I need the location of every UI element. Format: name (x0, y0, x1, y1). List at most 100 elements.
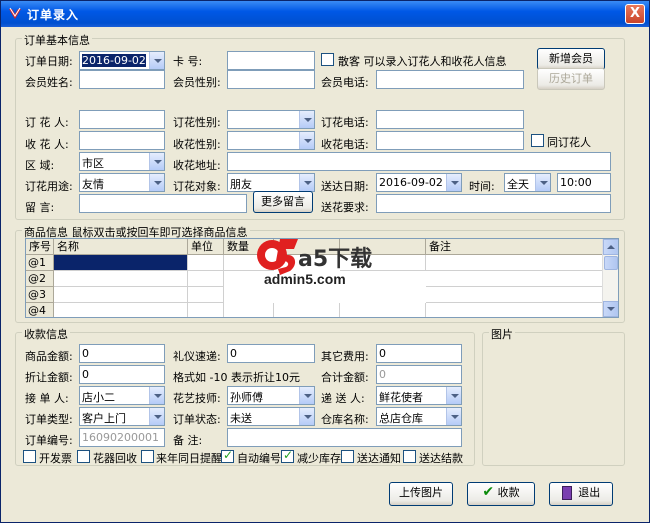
orderer-phone-input[interactable] (376, 110, 524, 129)
grid-row-header[interactable]: @4 (26, 303, 54, 317)
grid-cell[interactable] (188, 255, 224, 271)
card-number-input[interactable] (227, 51, 315, 70)
receiver-gender-select[interactable] (227, 131, 315, 150)
close-button[interactable]: X (625, 4, 645, 24)
collect-button[interactable]: ✔ 收款 (467, 482, 535, 506)
grid-cell-selected[interactable] (54, 255, 188, 271)
time-period-select[interactable]: 全天 (504, 173, 551, 192)
chevron-down-icon[interactable] (299, 408, 314, 425)
florist-select[interactable]: 孙师傅 (227, 386, 315, 405)
purpose-select[interactable]: 友情 (79, 173, 165, 192)
orderer-input[interactable] (79, 110, 165, 129)
grid-cell[interactable] (54, 287, 188, 303)
grid-cell[interactable] (224, 303, 274, 317)
remark-input[interactable] (227, 428, 462, 447)
orderer-gender-select[interactable] (227, 110, 315, 129)
grid-cell[interactable] (188, 287, 224, 303)
discount-input[interactable]: 0 (79, 365, 165, 384)
warehouse-select[interactable]: 总店仓库 (376, 407, 462, 426)
upload-picture-button[interactable]: 上传图片 (389, 482, 453, 506)
grid-header-unit[interactable]: 单位 (188, 239, 224, 255)
address-input[interactable] (227, 152, 611, 171)
chevron-down-icon[interactable] (446, 174, 461, 191)
grid-cell[interactable] (426, 271, 604, 287)
delivery-date-picker[interactable]: 2016-09-02 (376, 173, 462, 192)
order-status-select[interactable]: 未送 (227, 407, 315, 426)
goods-amount-input[interactable]: 0 (79, 344, 165, 363)
chevron-down-icon[interactable] (149, 153, 164, 170)
gift-input[interactable]: 0 (227, 344, 315, 363)
grid-header-remark[interactable]: 备注 (426, 239, 604, 255)
grid-row-header[interactable]: @1 (26, 255, 54, 271)
time-label: 时间: (469, 180, 495, 193)
total-input[interactable]: 0 (376, 365, 462, 384)
anniversary-reminder-checkbox[interactable] (141, 450, 154, 463)
time-input[interactable]: 10:00 (557, 173, 611, 192)
grid-cell[interactable] (54, 303, 188, 317)
scroll-thumb[interactable] (604, 256, 618, 270)
receiver-phone-input[interactable] (376, 131, 524, 150)
chevron-down-icon[interactable] (535, 174, 550, 191)
chevron-down-icon[interactable] (149, 387, 164, 404)
delivery-settle-checkbox[interactable] (403, 450, 416, 463)
grid-cell[interactable] (188, 271, 224, 287)
member-gender-input[interactable] (227, 70, 315, 89)
vase-recycle-checkbox[interactable] (77, 450, 90, 463)
grid-cell[interactable] (426, 255, 604, 271)
member-phone-input[interactable] (376, 70, 524, 89)
chevron-down-icon[interactable] (299, 132, 314, 149)
receiver-input[interactable] (79, 131, 165, 150)
order-no-input[interactable]: 16090200001 (79, 428, 165, 447)
order-type-select[interactable]: 客户上门 (79, 407, 165, 426)
member-name-input[interactable] (79, 70, 165, 89)
warehouse-label: 仓库名称: (321, 413, 369, 426)
grid-row-header[interactable]: @3 (26, 287, 54, 303)
delivery-notice-checkbox[interactable] (341, 450, 354, 463)
upload-label: 上传图片 (399, 486, 443, 499)
target-select[interactable]: 朋友 (227, 173, 315, 192)
chevron-down-icon[interactable] (149, 408, 164, 425)
scroll-up-icon[interactable] (603, 239, 618, 255)
chevron-down-icon[interactable] (299, 111, 314, 128)
scroll-down-icon[interactable] (603, 301, 618, 317)
grid-cell[interactable] (426, 287, 604, 303)
grid-scrollbar[interactable] (602, 239, 618, 317)
walkin-checkbox[interactable] (321, 53, 334, 66)
exit-label: 退出 (578, 486, 601, 499)
same-as-orderer-label: 同订花人 (547, 136, 591, 149)
more-message-button[interactable]: 更多留言 (253, 191, 313, 213)
history-orders-button[interactable]: 历史订单 (537, 68, 605, 90)
exit-button[interactable]: 退出 (549, 482, 613, 506)
watermark-logo: a5下载 admin5.com (254, 231, 414, 293)
chevron-down-icon[interactable] (149, 174, 164, 191)
grid-cell[interactable] (54, 271, 188, 287)
grid-header-index: 序号 (26, 239, 54, 255)
grid-cell[interactable] (274, 303, 340, 317)
title-bar[interactable]: 订单录入 X (1, 1, 649, 27)
grid-cell[interactable] (426, 303, 604, 317)
area-select[interactable]: 市区 (79, 152, 165, 171)
window-title: 订单录入 (27, 8, 80, 22)
message-input[interactable] (79, 194, 247, 213)
grid-header-name[interactable]: 名称 (54, 239, 188, 255)
order-date-picker[interactable]: 2016-09-02 (79, 51, 165, 70)
chevron-down-icon[interactable] (299, 174, 314, 191)
grid-cell[interactable] (188, 303, 224, 317)
auto-number-checkbox[interactable] (221, 448, 234, 463)
reduce-stock-label: 减少库存 (297, 452, 341, 465)
other-fee-input[interactable]: 0 (376, 344, 462, 363)
courier-select[interactable]: 鲜花使者 (376, 386, 462, 405)
grid-cell[interactable] (340, 303, 426, 317)
chevron-down-icon[interactable] (446, 387, 461, 404)
add-member-button[interactable]: 新增会员 (537, 48, 605, 70)
chevron-down-icon[interactable] (446, 408, 461, 425)
card-label: 卡 号: (173, 55, 203, 68)
chevron-down-icon[interactable] (299, 387, 314, 404)
chevron-down-icon[interactable] (149, 52, 164, 69)
delivery-req-input[interactable] (376, 194, 611, 213)
reduce-stock-checkbox[interactable] (281, 448, 294, 463)
receiver-op-select[interactable]: 店小二 (79, 386, 165, 405)
same-as-orderer-checkbox[interactable] (531, 134, 544, 147)
grid-row-header[interactable]: @2 (26, 271, 54, 287)
invoice-checkbox[interactable] (23, 450, 36, 463)
